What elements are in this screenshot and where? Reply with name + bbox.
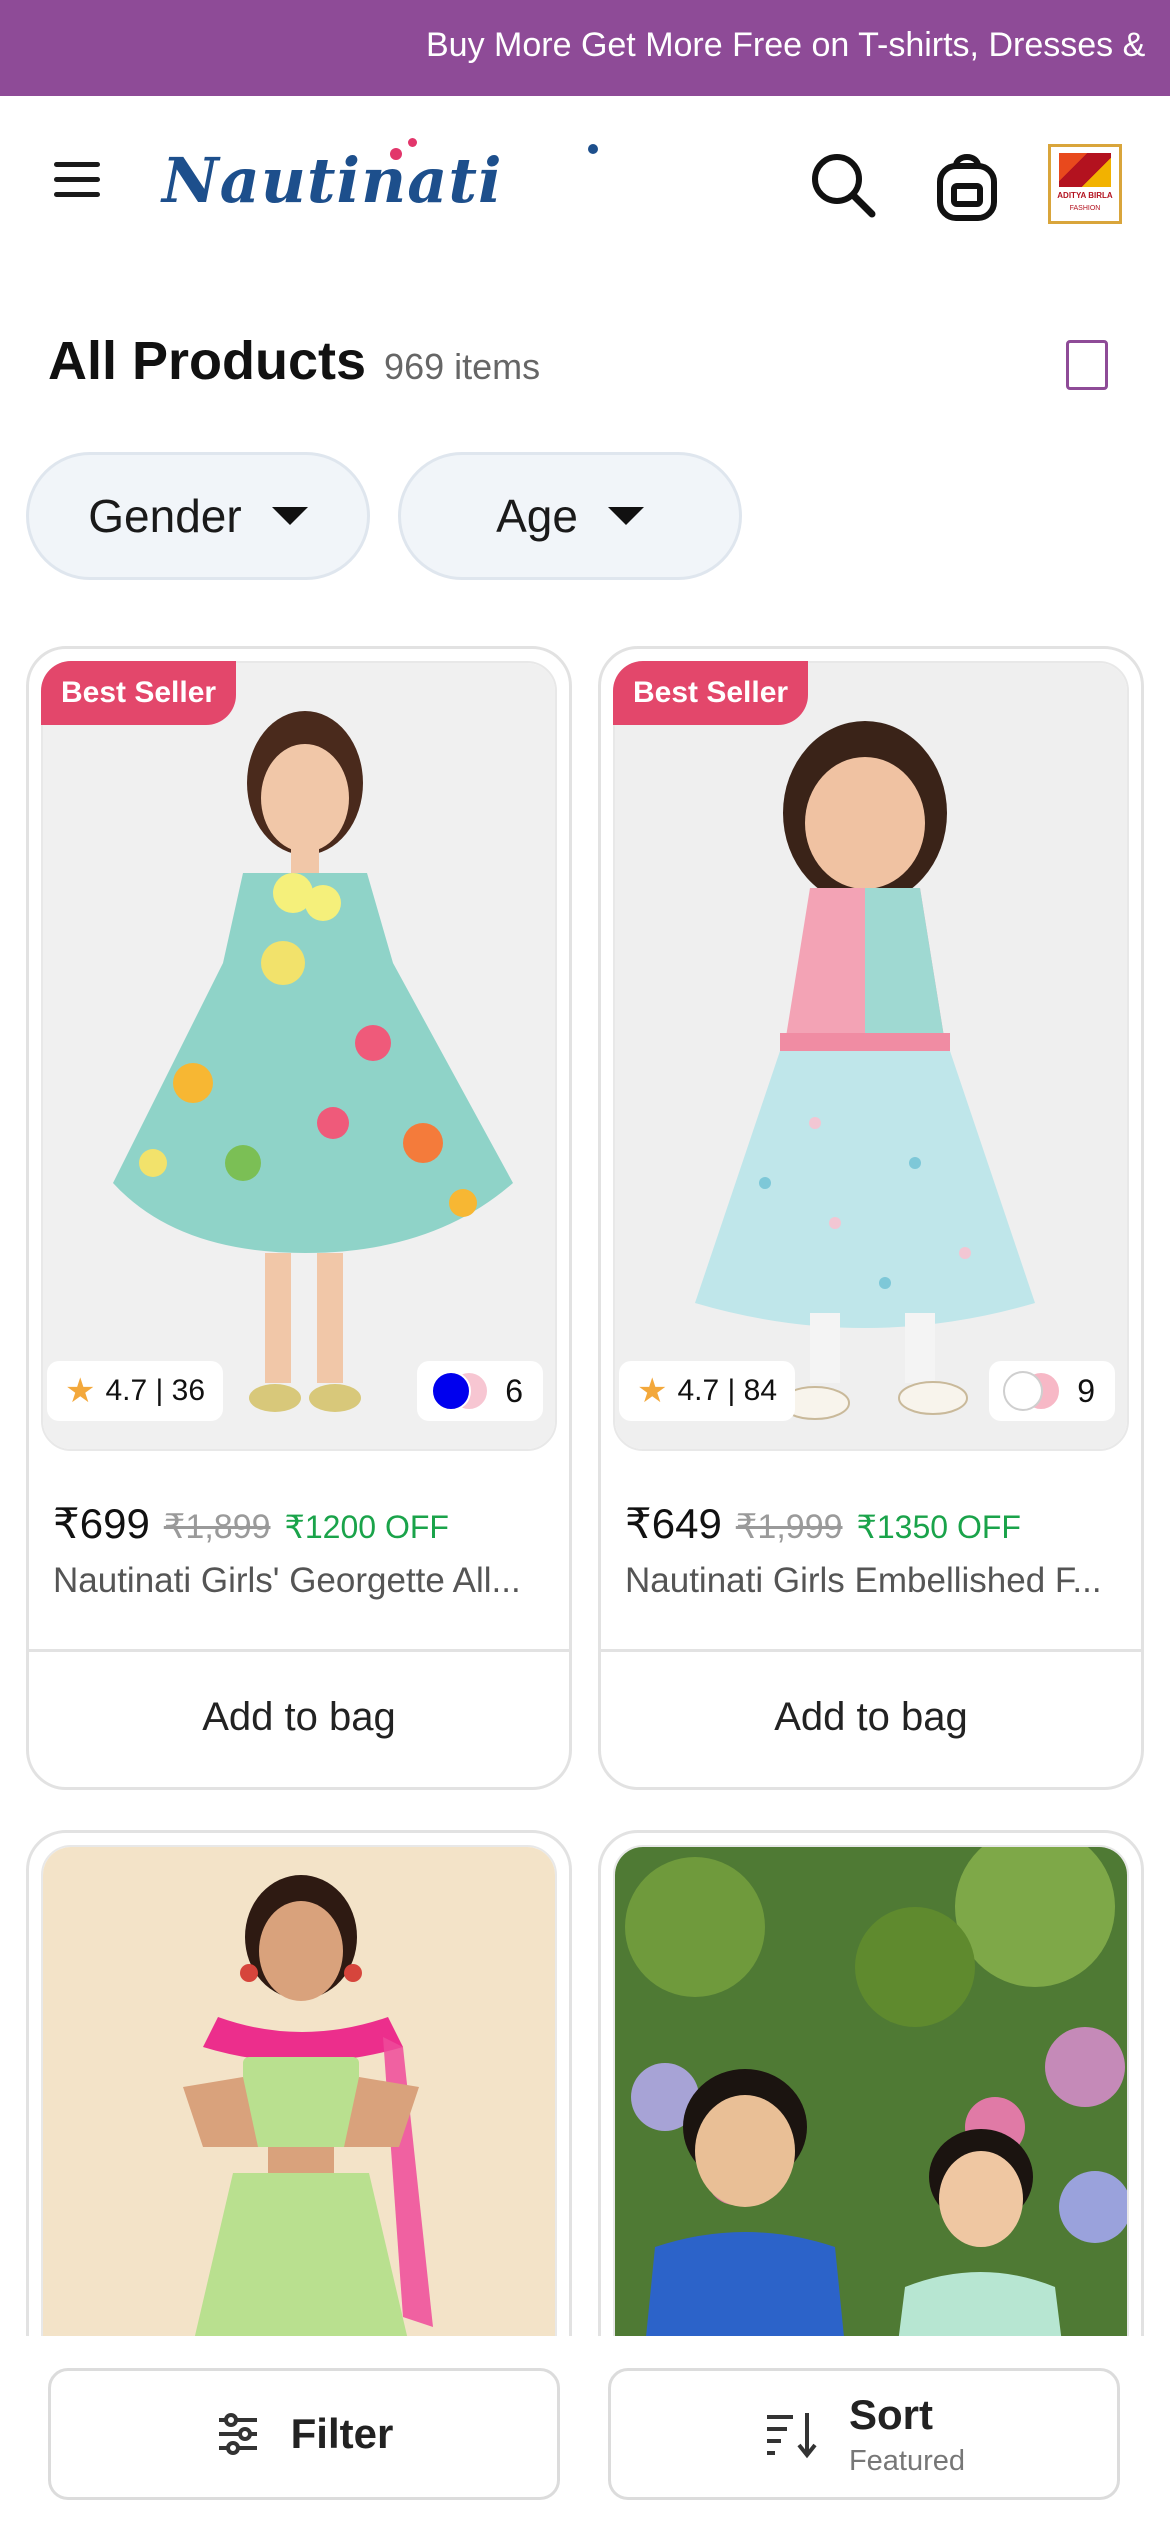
color-swatches[interactable]: 9	[989, 1361, 1115, 1421]
bag-icon[interactable]	[930, 148, 1004, 222]
price-row: ₹649 ₹1,999 ₹1350 OFF	[625, 1499, 1021, 1548]
aditya-birla-badge[interactable]: ADITYA BIRLA FASHION	[1048, 144, 1122, 224]
sort-icon	[766, 2413, 817, 2459]
caret-down-icon	[607, 507, 644, 525]
compare-toggle[interactable]	[1066, 340, 1108, 390]
add-to-bag-button[interactable]: Add to bag	[601, 1649, 1141, 1783]
age-filter-chip[interactable]: Age	[398, 452, 742, 580]
promo-banner[interactable]: Buy More Get More Free on T-shirts, Dres…	[0, 0, 1170, 96]
product-name[interactable]: Nautinati Girls' Georgette All...	[53, 1561, 553, 1601]
promo-text: Buy More Get More Free on T-shirts, Dres…	[426, 26, 1146, 64]
rating-pill: ★ 4.7 | 36	[47, 1361, 224, 1421]
age-chip-label: Age	[496, 490, 578, 542]
sort-button[interactable]: Sort Featured	[608, 2368, 1120, 2500]
price-row: ₹699 ₹1,899 ₹1200 OFF	[53, 1499, 449, 1548]
swatch-icons	[431, 1371, 490, 1411]
rating-value: 4.7 | 36	[105, 1374, 206, 1407]
filter-button[interactable]: Filter	[48, 2368, 560, 2500]
caret-down-icon	[271, 507, 308, 525]
sale-price: ₹649	[625, 1500, 722, 1547]
search-icon[interactable]	[806, 148, 880, 222]
bottom-action-bar: Filter Sort Featured	[0, 2336, 1170, 2532]
menu-icon[interactable]	[54, 162, 100, 200]
gender-chip-label: Gender	[88, 490, 242, 542]
sliders-icon	[218, 2413, 257, 2455]
item-count: 969 items	[384, 346, 541, 387]
original-price: ₹1,999	[735, 1508, 843, 1546]
original-price: ₹1,899	[163, 1508, 271, 1546]
page-title: All Products	[48, 331, 367, 391]
rating-pill: ★ 4.7 | 84	[619, 1361, 796, 1421]
sort-current-value: Featured	[848, 2444, 966, 2477]
rating-value: 4.7 | 84	[677, 1374, 778, 1407]
filter-label: Filter	[290, 2410, 394, 2457]
product-image[interactable]	[613, 661, 1129, 1451]
best-seller-badge: Best Seller	[613, 661, 809, 725]
badge-line-1: ADITYA BIRLA	[1057, 191, 1113, 200]
gender-filter-chip[interactable]: Gender	[26, 452, 370, 580]
product-name[interactable]: Nautinati Girls Embellished F...	[625, 1561, 1125, 1601]
color-swatches[interactable]: 6	[417, 1361, 543, 1421]
product-card[interactable]: Best Seller ★ 4.7 | 84 9 ₹649 ₹1,999 ₹13…	[598, 646, 1144, 1790]
brand-logo-text: Nautinati	[162, 144, 503, 217]
badge-line-2: FASHION	[1069, 205, 1101, 212]
swatch-count: 6	[505, 1372, 523, 1409]
brand-logo[interactable]: Nautinati	[162, 138, 598, 224]
discount-amount: ₹1350 OFF	[856, 1509, 1021, 1545]
product-listing-page: Buy More Get More Free on T-shirts, Dres…	[0, 0, 1170, 2532]
sale-price: ₹699	[53, 1500, 150, 1547]
product-card[interactable]: Best Seller ★ 4.7 | 36 6 ₹699 ₹1,899 ₹12…	[26, 646, 572, 1790]
product-image[interactable]	[41, 661, 557, 1451]
listing-title-row: All Products 969 items	[48, 330, 540, 400]
best-seller-badge: Best Seller	[41, 661, 237, 725]
swatch-count: 9	[1077, 1372, 1095, 1409]
star-icon: ★	[637, 1372, 668, 1410]
sort-label: Sort	[848, 2390, 933, 2438]
site-header: Nautinati ADITYA BIRLA FASHION	[0, 96, 1170, 272]
discount-amount: ₹1200 OFF	[284, 1509, 449, 1545]
sort-text: Sort Featured	[849, 2391, 965, 2478]
swatch-icons	[1003, 1371, 1062, 1411]
add-to-bag-button[interactable]: Add to bag	[29, 1649, 569, 1783]
star-icon: ★	[65, 1372, 96, 1410]
